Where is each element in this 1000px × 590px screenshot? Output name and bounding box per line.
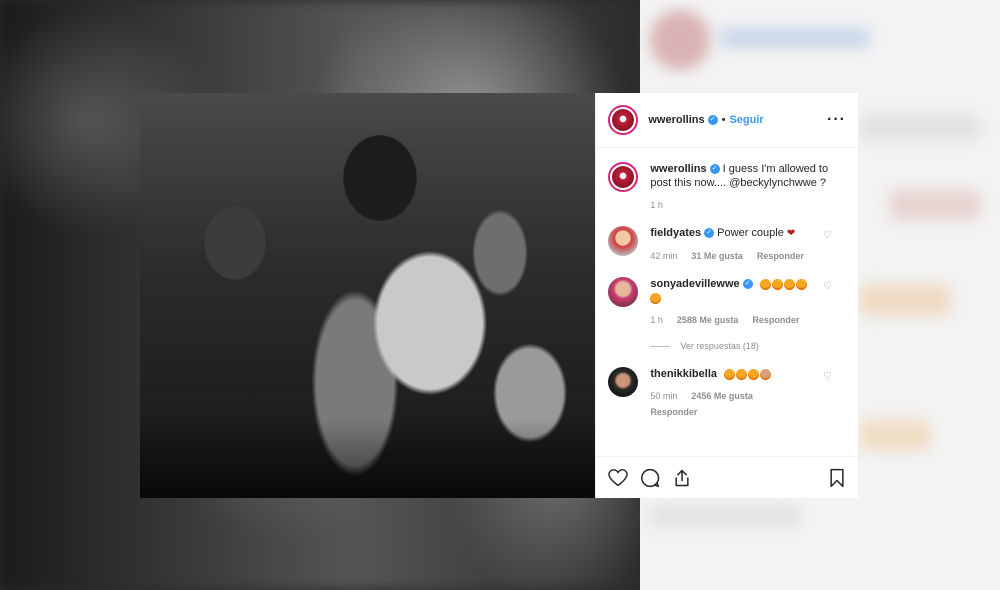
reply-button[interactable]: Responder [650,405,697,419]
comment-item: sonyadevillewwe ✓ 1 h 2588 Me gusta Respo… [608,277,846,327]
post-photo[interactable] [140,93,596,498]
comment-item: fieldyates ✓ Power couple ❤ 42 min 31 Me … [608,226,846,263]
comment-meta-reply: Responder [650,405,846,419]
post-modal: wwerollins ✓ • Seguir ··· wwerollins ✓ I … [140,93,858,498]
comment-text: Power couple [717,227,784,239]
comment-item: thenikkibella 50 min 2456 Me gusta Respo… [608,367,846,419]
verified-icon: ✓ [709,164,720,175]
reply-button[interactable]: Responder [757,249,804,263]
avatar[interactable] [608,162,639,192]
like-comment-icon[interactable]: ♡ [823,230,832,241]
verified-icon: ✓ [707,115,718,125]
caption-username[interactable]: wwerollins [650,163,706,175]
reply-button[interactable]: Responder [752,313,799,327]
avatar[interactable] [608,367,639,397]
view-replies-label[interactable]: Ver respuestas (18) [680,341,759,351]
action-bar [596,456,858,498]
caption-time: 1 h [650,200,663,210]
comment-likes[interactable]: 2588 Me gusta [677,313,739,327]
comment-username[interactable]: thenikkibella [650,368,717,380]
follow-button[interactable]: Seguir [729,114,763,126]
heart-emoji: ❤ [786,228,796,239]
like-comment-icon[interactable]: ♡ [823,371,832,382]
photo-shading [140,418,596,498]
verified-icon: ✓ [704,228,715,239]
comment-username[interactable]: sonyadevillewwe [650,278,739,290]
separator-dot: • [721,114,726,126]
comments-list[interactable]: wwerollins ✓ I guess I'm allowed to post … [596,148,858,456]
comment-likes[interactable]: 31 Me gusta [691,249,743,263]
post-side-panel: wwerollins ✓ • Seguir ··· wwerollins ✓ I … [595,93,858,498]
comment-meta: 1 h 2588 Me gusta Responder [650,313,846,327]
comment-username[interactable]: fieldyates [650,227,701,239]
verified-icon: ✓ [742,279,753,290]
more-options-icon[interactable]: ··· [827,111,846,129]
header-username[interactable]: wwerollins [648,114,704,126]
comment-time: 42 min [650,251,678,261]
replies-divider [650,345,671,347]
heart-icon[interactable] [608,468,629,487]
caption-meta: 1 h [650,198,846,212]
view-replies[interactable]: Ver respuestas (18) [650,341,846,351]
bookmark-icon[interactable] [828,468,846,488]
post-header: wwerollins ✓ • Seguir ··· [596,93,858,148]
like-comment-icon[interactable]: ♡ [823,281,832,292]
caption: wwerollins ✓ I guess I'm allowed to post … [608,162,846,212]
comment-meta: 42 min 31 Me gusta Responder [650,249,846,263]
comment-meta: 50 min 2456 Me gusta [650,389,846,403]
avatar[interactable] [608,226,639,256]
comment-time: 50 min [650,391,678,401]
avatar[interactable] [608,277,639,307]
comment-time: 1 h [650,315,663,325]
comment-icon[interactable] [640,468,660,488]
emoji-group [724,368,772,380]
avatar[interactable] [608,105,639,135]
share-icon[interactable] [672,468,692,488]
comment-likes[interactable]: 2456 Me gusta [691,389,753,403]
